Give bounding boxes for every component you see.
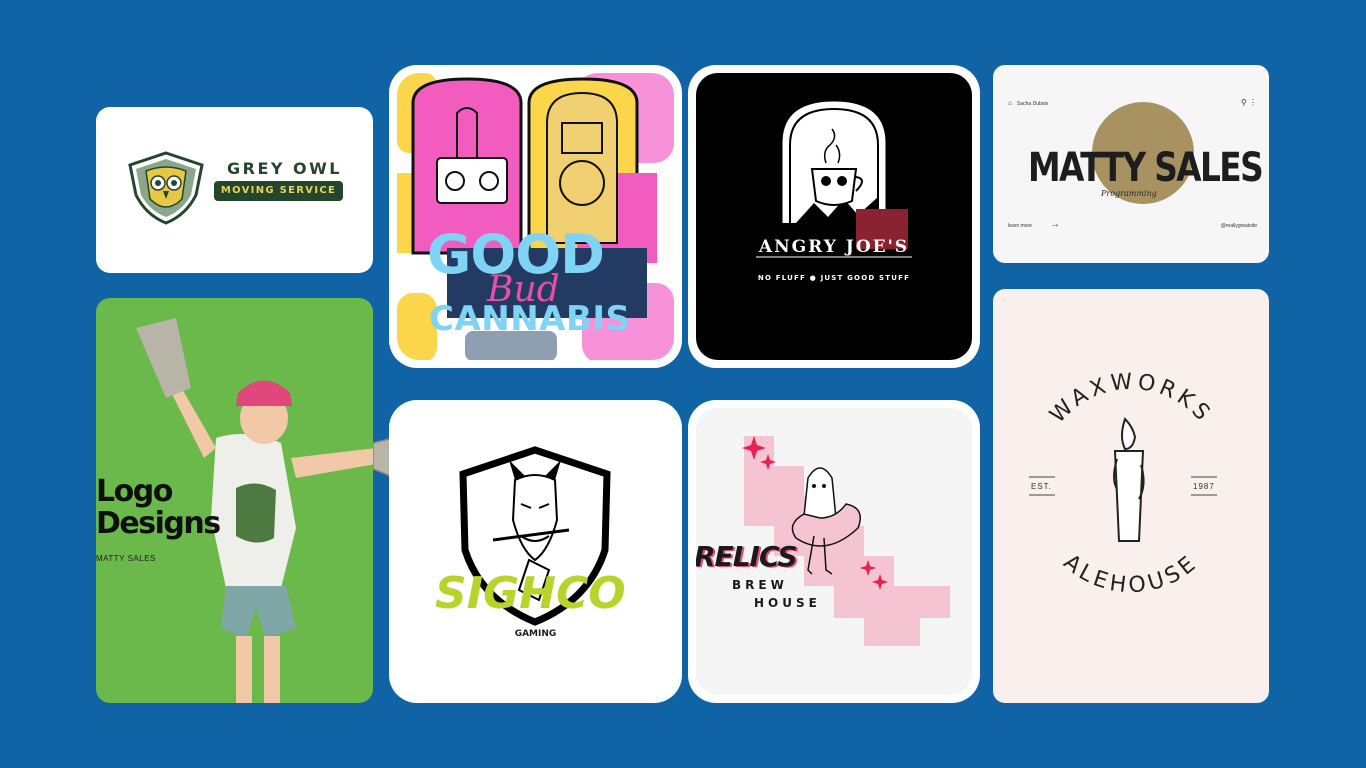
- relics-brew: BREW: [732, 578, 788, 592]
- coffee-skull-arch-icon: [756, 101, 912, 258]
- logo-designs-subtitle: MATTY SALES: [96, 554, 156, 563]
- good-bud-artwork: GOOD Bud CANNABIS: [397, 73, 674, 360]
- angry-joes-artwork: ANGRY JOE'S NO FLUFF ● JUST GOOD STUFF: [696, 73, 972, 360]
- relics-title: RELICS: [696, 540, 798, 573]
- good-bud-word-cannabis: CANNABIS: [429, 299, 631, 339]
- owl-shield-icon: [128, 151, 204, 225]
- home-icon: ⌂: [1008, 100, 1013, 107]
- grey-owl-logo-card[interactable]: GREY OWL MOVING SERVICE: [96, 107, 373, 273]
- learn-more-link[interactable]: learn more: [1008, 223, 1032, 229]
- arrow-right-icon[interactable]: →: [1050, 219, 1060, 230]
- matty-sales-card[interactable]: ⌂ Sacha Dubois ⚲ ⋮ MATTY SALES Programmi…: [993, 65, 1269, 263]
- waxworks-bottom-arc: ALEHOUSE: [1059, 550, 1204, 599]
- logo-designs-title: Logo Designs: [96, 474, 221, 541]
- sighco-subtitle: GAMING: [514, 629, 557, 639]
- waxworks-year: 1987: [1193, 482, 1215, 491]
- good-bud-cannabis-card[interactable]: GOOD Bud CANNABIS: [389, 65, 682, 368]
- waxworks-top-arc: WAXWORKS: [1045, 369, 1217, 428]
- relics-brew-house-card[interactable]: RELICS BREW HOUSE: [688, 400, 980, 703]
- matty-sales-title: MATTY SALES: [1028, 145, 1264, 191]
- matty-sales-script: Programming: [1101, 189, 1157, 198]
- sighco-gaming-card[interactable]: SIGHCO GAMING: [389, 400, 682, 703]
- angry-joes-title: ANGRY JOE'S: [758, 237, 910, 257]
- logo-designs-card[interactable]: Logo Designs MATTY SALES: [96, 298, 461, 703]
- waxworks-est: EST.: [1031, 482, 1052, 491]
- angry-joes-tagline: NO FLUFF ● JUST GOOD STUFF: [757, 274, 911, 282]
- relics-artwork: RELICS BREW HOUSE: [696, 408, 972, 695]
- search-icon: ⚲ ⋮: [1240, 98, 1257, 107]
- waxworks-alehouse-card[interactable]: WAXWORKS ALEHOUSE EST. 1987: [993, 289, 1269, 703]
- demon-shield-icon: [459, 446, 611, 626]
- sighco-title: SIGHCO: [435, 568, 626, 619]
- relics-house: HOUSE: [754, 596, 821, 610]
- grey-owl-title: GREY OWL: [227, 159, 342, 178]
- angry-joes-card[interactable]: ANGRY JOE'S NO FLUFF ● JUST GOOD STUFF: [688, 65, 980, 368]
- author-name: Sacha Dubois: [1017, 101, 1049, 107]
- site-handle: @reallygreatsite: [1220, 223, 1257, 229]
- waxworks-badge: WAXWORKS ALEHOUSE: [1029, 369, 1217, 599]
- grey-owl-badge: MOVING SERVICE: [214, 181, 343, 201]
